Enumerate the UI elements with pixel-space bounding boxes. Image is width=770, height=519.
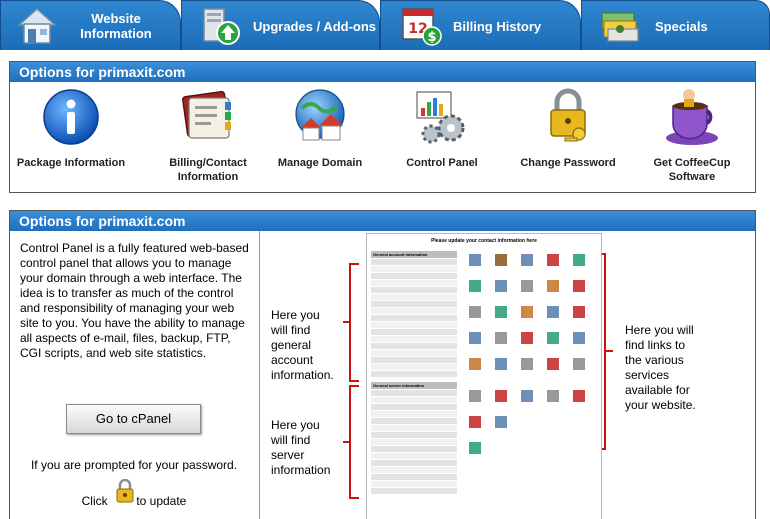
- get-coffeecup-option[interactable]: Get CoffeeCup Software: [644, 84, 740, 184]
- house-icon: [17, 7, 57, 44]
- screenshot-general-header: General account information: [371, 251, 457, 258]
- globe-houses-icon: [295, 89, 345, 141]
- billing-contact-option[interactable]: Billing/Contact Information: [148, 84, 268, 184]
- change-password-label: Change Password: [520, 157, 616, 169]
- screenshot-service-icon-grid: [469, 254, 585, 454]
- calendar-dollar-icon: 12 $: [402, 8, 442, 46]
- coffee-cup-icon: [666, 89, 718, 145]
- screenshot-general-rows: [371, 259, 457, 377]
- change-password-option[interactable]: Change Password: [510, 84, 626, 170]
- control-panel-label: Control Panel: [406, 157, 478, 169]
- options-panel-title: Options for primaxit.com: [10, 62, 755, 82]
- control-panel-gears-icon: [416, 91, 465, 144]
- control-panel-option[interactable]: Control Panel: [398, 84, 486, 170]
- screenshot-server-rows: [371, 390, 457, 494]
- tab-billing-history[interactable]: 12 $ Billing History: [380, 0, 581, 50]
- address-book-icon: [182, 90, 231, 139]
- tab-specials[interactable]: Specials: [581, 0, 770, 50]
- control-panel-info-panel: Options for primaxit.com Control Panel i…: [9, 210, 756, 519]
- svg-text:$: $: [427, 30, 436, 45]
- top-tab-bar: Website Information Upgrades / Add-ons 12…: [0, 0, 770, 50]
- manage-domain-label: Manage Domain: [277, 157, 363, 169]
- tab-website-information[interactable]: Website Information: [0, 0, 181, 50]
- cpanel-screenshot-thumbnail: Please update your contact information h…: [366, 233, 602, 519]
- package-information-option[interactable]: Package Information: [12, 84, 130, 170]
- server-upgrade-icon: [203, 8, 240, 45]
- screenshot-heading: Please update your contact information h…: [431, 238, 537, 244]
- package-information-label: Package Information: [16, 157, 126, 169]
- get-coffeecup-label: Get CoffeeCup Software: [653, 157, 731, 183]
- info-icon: [43, 89, 99, 145]
- tab-upgrades-addons[interactable]: Upgrades / Add-ons: [181, 0, 380, 50]
- billing-contact-label: Billing/Contact Information: [169, 157, 247, 183]
- cash-stack-icon: [601, 12, 639, 42]
- screenshot-server-header: General server information: [371, 382, 457, 389]
- padlock-key-icon: [550, 88, 586, 142]
- options-panel: Options for primaxit.com Package Informa…: [9, 61, 756, 193]
- manage-domain-option[interactable]: Manage Domain: [270, 84, 370, 170]
